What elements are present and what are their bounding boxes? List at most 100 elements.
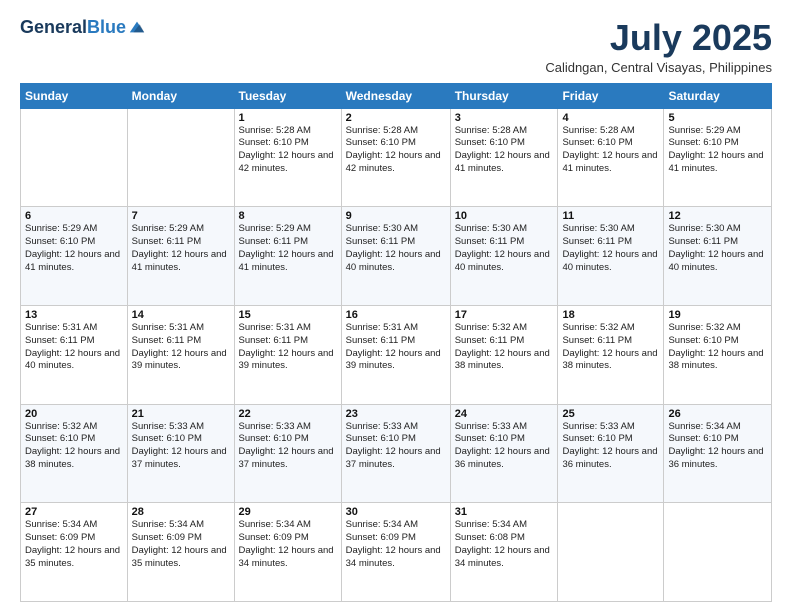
day-number: 18 [562,309,659,321]
day-info: Sunrise: 5:29 AM Sunset: 6:11 PM Dayligh… [239,223,337,274]
day-info: Sunrise: 5:29 AM Sunset: 6:11 PM Dayligh… [132,223,230,274]
day-info: Sunrise: 5:30 AM Sunset: 6:11 PM Dayligh… [346,223,446,274]
calendar-cell: 13Sunrise: 5:31 AM Sunset: 6:11 PM Dayli… [21,305,128,404]
day-number: 5 [668,112,767,124]
logo: GeneralBlue [20,18,146,36]
weekday-header-row: SundayMondayTuesdayWednesdayThursdayFrid… [21,83,772,108]
title-block: July 2025 Calidngan, Central Visayas, Ph… [545,18,772,75]
day-info: Sunrise: 5:31 AM Sunset: 6:11 PM Dayligh… [239,322,337,373]
weekday-header: Tuesday [234,83,341,108]
calendar-cell: 2Sunrise: 5:28 AM Sunset: 6:10 PM Daylig… [341,108,450,207]
day-number: 11 [562,210,659,222]
day-info: Sunrise: 5:30 AM Sunset: 6:11 PM Dayligh… [562,223,659,274]
calendar-cell: 25Sunrise: 5:33 AM Sunset: 6:10 PM Dayli… [558,404,664,503]
calendar-cell [127,108,234,207]
day-info: Sunrise: 5:29 AM Sunset: 6:10 PM Dayligh… [668,125,767,176]
calendar-week-row: 20Sunrise: 5:32 AM Sunset: 6:10 PM Dayli… [21,404,772,503]
calendar-week-row: 27Sunrise: 5:34 AM Sunset: 6:09 PM Dayli… [21,503,772,602]
day-number: 17 [455,309,554,321]
day-info: Sunrise: 5:28 AM Sunset: 6:10 PM Dayligh… [455,125,554,176]
day-number: 4 [562,112,659,124]
month-title: July 2025 [545,18,772,58]
day-number: 6 [25,210,123,222]
calendar-table: SundayMondayTuesdayWednesdayThursdayFrid… [20,83,772,602]
day-info: Sunrise: 5:34 AM Sunset: 6:09 PM Dayligh… [346,519,446,570]
day-number: 28 [132,506,230,518]
day-info: Sunrise: 5:33 AM Sunset: 6:10 PM Dayligh… [239,421,337,472]
day-number: 16 [346,309,446,321]
day-number: 26 [668,408,767,420]
calendar-cell: 24Sunrise: 5:33 AM Sunset: 6:10 PM Dayli… [450,404,558,503]
day-info: Sunrise: 5:28 AM Sunset: 6:10 PM Dayligh… [346,125,446,176]
calendar-cell: 7Sunrise: 5:29 AM Sunset: 6:11 PM Daylig… [127,207,234,306]
day-number: 22 [239,408,337,420]
day-info: Sunrise: 5:30 AM Sunset: 6:11 PM Dayligh… [455,223,554,274]
day-number: 23 [346,408,446,420]
day-number: 20 [25,408,123,420]
day-number: 14 [132,309,230,321]
day-info: Sunrise: 5:31 AM Sunset: 6:11 PM Dayligh… [132,322,230,373]
day-info: Sunrise: 5:28 AM Sunset: 6:10 PM Dayligh… [239,125,337,176]
calendar-cell: 29Sunrise: 5:34 AM Sunset: 6:09 PM Dayli… [234,503,341,602]
calendar-cell: 17Sunrise: 5:32 AM Sunset: 6:11 PM Dayli… [450,305,558,404]
day-number: 7 [132,210,230,222]
day-info: Sunrise: 5:32 AM Sunset: 6:11 PM Dayligh… [562,322,659,373]
weekday-header: Friday [558,83,664,108]
calendar-cell: 18Sunrise: 5:32 AM Sunset: 6:11 PM Dayli… [558,305,664,404]
weekday-header: Saturday [664,83,772,108]
day-info: Sunrise: 5:32 AM Sunset: 6:11 PM Dayligh… [455,322,554,373]
calendar-cell [664,503,772,602]
day-number: 29 [239,506,337,518]
calendar-cell: 14Sunrise: 5:31 AM Sunset: 6:11 PM Dayli… [127,305,234,404]
logo-icon [128,18,146,36]
day-info: Sunrise: 5:34 AM Sunset: 6:09 PM Dayligh… [239,519,337,570]
calendar-cell: 8Sunrise: 5:29 AM Sunset: 6:11 PM Daylig… [234,207,341,306]
calendar-cell: 16Sunrise: 5:31 AM Sunset: 6:11 PM Dayli… [341,305,450,404]
calendar-cell: 26Sunrise: 5:34 AM Sunset: 6:10 PM Dayli… [664,404,772,503]
calendar-cell: 31Sunrise: 5:34 AM Sunset: 6:08 PM Dayli… [450,503,558,602]
day-info: Sunrise: 5:31 AM Sunset: 6:11 PM Dayligh… [25,322,123,373]
day-number: 1 [239,112,337,124]
day-number: 10 [455,210,554,222]
day-number: 8 [239,210,337,222]
calendar-cell: 23Sunrise: 5:33 AM Sunset: 6:10 PM Dayli… [341,404,450,503]
calendar-week-row: 13Sunrise: 5:31 AM Sunset: 6:11 PM Dayli… [21,305,772,404]
day-number: 2 [346,112,446,124]
day-number: 19 [668,309,767,321]
day-info: Sunrise: 5:34 AM Sunset: 6:09 PM Dayligh… [25,519,123,570]
calendar-cell: 21Sunrise: 5:33 AM Sunset: 6:10 PM Dayli… [127,404,234,503]
calendar-week-row: 6Sunrise: 5:29 AM Sunset: 6:10 PM Daylig… [21,207,772,306]
calendar-cell: 30Sunrise: 5:34 AM Sunset: 6:09 PM Dayli… [341,503,450,602]
day-number: 15 [239,309,337,321]
calendar-cell: 4Sunrise: 5:28 AM Sunset: 6:10 PM Daylig… [558,108,664,207]
day-number: 27 [25,506,123,518]
day-number: 13 [25,309,123,321]
calendar-cell: 12Sunrise: 5:30 AM Sunset: 6:11 PM Dayli… [664,207,772,306]
day-info: Sunrise: 5:29 AM Sunset: 6:10 PM Dayligh… [25,223,123,274]
calendar-page: GeneralBlue July 2025 Calidngan, Central… [0,0,792,612]
calendar-cell: 1Sunrise: 5:28 AM Sunset: 6:10 PM Daylig… [234,108,341,207]
calendar-cell: 27Sunrise: 5:34 AM Sunset: 6:09 PM Dayli… [21,503,128,602]
location: Calidngan, Central Visayas, Philippines [545,60,772,75]
day-info: Sunrise: 5:32 AM Sunset: 6:10 PM Dayligh… [25,421,123,472]
calendar-cell [21,108,128,207]
day-number: 30 [346,506,446,518]
day-info: Sunrise: 5:28 AM Sunset: 6:10 PM Dayligh… [562,125,659,176]
logo-general: GeneralBlue [20,18,126,36]
calendar-cell: 11Sunrise: 5:30 AM Sunset: 6:11 PM Dayli… [558,207,664,306]
day-info: Sunrise: 5:34 AM Sunset: 6:09 PM Dayligh… [132,519,230,570]
day-number: 25 [562,408,659,420]
day-number: 31 [455,506,554,518]
day-number: 21 [132,408,230,420]
calendar-cell: 9Sunrise: 5:30 AM Sunset: 6:11 PM Daylig… [341,207,450,306]
calendar-cell [558,503,664,602]
calendar-week-row: 1Sunrise: 5:28 AM Sunset: 6:10 PM Daylig… [21,108,772,207]
calendar-cell: 28Sunrise: 5:34 AM Sunset: 6:09 PM Dayli… [127,503,234,602]
day-info: Sunrise: 5:34 AM Sunset: 6:08 PM Dayligh… [455,519,554,570]
day-info: Sunrise: 5:30 AM Sunset: 6:11 PM Dayligh… [668,223,767,274]
weekday-header: Monday [127,83,234,108]
weekday-header: Thursday [450,83,558,108]
calendar-cell: 15Sunrise: 5:31 AM Sunset: 6:11 PM Dayli… [234,305,341,404]
calendar-cell: 20Sunrise: 5:32 AM Sunset: 6:10 PM Dayli… [21,404,128,503]
day-number: 12 [668,210,767,222]
